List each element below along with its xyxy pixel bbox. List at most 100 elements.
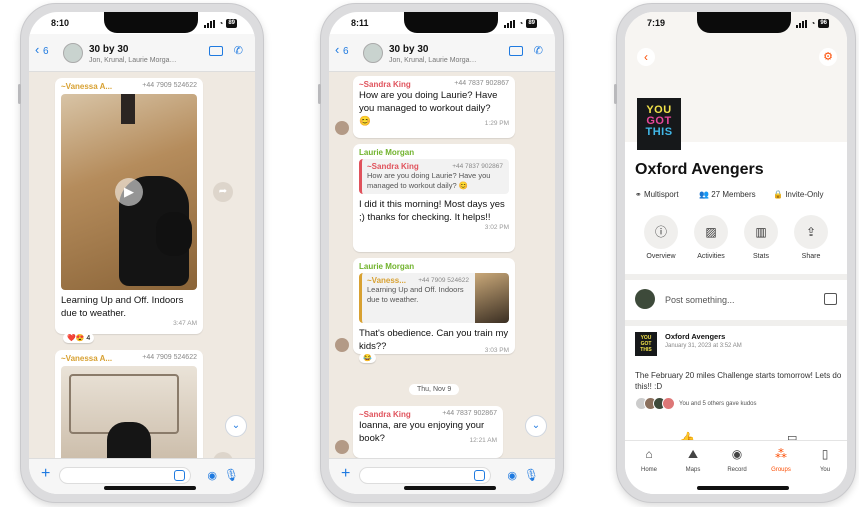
battery-icon: 96 bbox=[818, 19, 829, 28]
tab-maps[interactable]: ⛰ Maps bbox=[673, 447, 713, 473]
tab-label: You bbox=[819, 467, 831, 473]
reactions[interactable]: ❤️😍 4 bbox=[63, 333, 95, 343]
attach-plus-icon[interactable]: + bbox=[41, 465, 50, 483]
gear-icon[interactable]: ⚙ bbox=[819, 48, 837, 66]
tab-you[interactable]: ▯ You bbox=[805, 447, 845, 473]
play-icon[interactable]: ▶ bbox=[115, 178, 143, 206]
sender-phone: +44 7837 902867 bbox=[442, 410, 497, 417]
quoted-message[interactable]: ~Sandra King +44 7837 902867 How are you… bbox=[359, 159, 509, 194]
club-privacy: 🔒 Invite-Only bbox=[773, 190, 823, 199]
chevron-down-icon: ⌄ bbox=[231, 420, 241, 431]
message-bubble[interactable]: ~Sandra King +44 7837 902867 How are you… bbox=[353, 76, 515, 138]
sticker-icon[interactable] bbox=[474, 470, 485, 481]
message-text: Learning Up and Off. Indoors due to weat… bbox=[61, 295, 184, 319]
group-members: Jon, Krunal, Laurie Morga… bbox=[89, 57, 177, 64]
message-time: 1:29 PM bbox=[484, 120, 509, 127]
wifi-icon: ◔ bbox=[218, 19, 224, 28]
phone-call-icon[interactable]: ✆ bbox=[534, 44, 543, 57]
lock-icon: 🔒 bbox=[773, 190, 783, 199]
camera-icon[interactable]: ◉ bbox=[207, 469, 217, 482]
message-bubble[interactable]: ~Sandra King +44 7837 902867 Ioanna, are… bbox=[353, 406, 503, 458]
post-date: January 31, 2023 at 3:52 AM bbox=[665, 343, 742, 349]
microphone-icon[interactable]: 🎙 bbox=[224, 468, 239, 482]
tab-record[interactable]: ◉ Record bbox=[717, 447, 757, 473]
chat-area[interactable]: ~Vanessa A... +44 7909 524622 ▶ Learning… bbox=[29, 72, 255, 458]
activities-icon: ▨ bbox=[694, 215, 728, 249]
status-time: 8:11 bbox=[351, 18, 369, 28]
chat-header: ‹ 6 30 by 30 Jon, Krunal, Laurie Morga… … bbox=[329, 34, 555, 72]
back-button[interactable]: ‹ 6 bbox=[35, 42, 49, 57]
tab-label: Home bbox=[640, 467, 657, 473]
user-avatar bbox=[635, 289, 655, 309]
sender-avatar[interactable] bbox=[335, 121, 349, 135]
wifi-icon: ◔ bbox=[810, 19, 816, 28]
chevron-down-icon: ⌄ bbox=[531, 420, 541, 431]
group-title[interactable]: 30 by 30 bbox=[389, 44, 428, 55]
club-sport: ⚭ Multisport bbox=[635, 190, 679, 199]
post-composer[interactable]: Post something... bbox=[635, 285, 837, 315]
share-label: Share bbox=[801, 253, 821, 260]
club-members[interactable]: 👥 27 Members bbox=[699, 190, 756, 199]
phone-strava: 7:19 ◔ 96 ‹ ⚙ YOU GOT THIS Oxford Avenger… bbox=[614, 3, 856, 503]
kudos-row[interactable]: You and 5 others gave kudos bbox=[635, 397, 757, 411]
post-club-logo: YOU GOT THIS bbox=[635, 332, 657, 356]
message-time: 3:02 PM bbox=[484, 224, 509, 231]
microphone-icon[interactable]: 🎙 bbox=[524, 468, 539, 482]
tab-label: Record bbox=[727, 467, 747, 473]
back-button[interactable]: ‹ bbox=[637, 48, 655, 66]
tab-label: Groups bbox=[771, 467, 791, 473]
message-input[interactable] bbox=[359, 467, 491, 484]
post-author[interactable]: Oxford Avengers bbox=[665, 332, 725, 341]
kudos-text: You and 5 others gave kudos bbox=[679, 401, 757, 407]
quote-phone: +44 7837 902867 bbox=[452, 163, 503, 170]
overview-button[interactable]: ⓘ Overview bbox=[639, 215, 683, 260]
group-avatar[interactable] bbox=[363, 43, 383, 63]
kudos-avatar bbox=[662, 397, 675, 410]
logo-word-3: THIS bbox=[645, 126, 673, 138]
sender-phone: +44 7909 524622 bbox=[142, 354, 197, 361]
chat-area[interactable]: ~Sandra King +44 7837 902867 How are you… bbox=[329, 72, 555, 458]
video-call-icon[interactable] bbox=[209, 46, 223, 56]
message-input[interactable] bbox=[59, 467, 191, 484]
share-icon: ⇪ bbox=[794, 215, 828, 249]
sticker-icon[interactable] bbox=[174, 470, 185, 481]
forward-icon[interactable]: ➦ bbox=[213, 182, 233, 202]
camera-icon[interactable]: ◉ bbox=[507, 469, 517, 482]
status-time: 7:19 bbox=[647, 18, 666, 28]
divider bbox=[625, 320, 847, 326]
group-avatar[interactable] bbox=[63, 43, 83, 63]
video-call-icon[interactable] bbox=[509, 46, 523, 56]
maps-icon: ⛰ bbox=[687, 447, 699, 461]
group-title[interactable]: 30 by 30 bbox=[89, 44, 128, 55]
stats-button[interactable]: ▥ Stats bbox=[739, 215, 783, 260]
status-bar: 8:11 ◔ 89 bbox=[329, 18, 555, 32]
screen: 7:19 ◔ 96 ‹ ⚙ YOU GOT THIS Oxford Avenger… bbox=[625, 12, 847, 494]
sender-name: Laurie Morgan bbox=[359, 148, 415, 157]
sender-avatar[interactable] bbox=[335, 440, 349, 454]
message-bubble[interactable]: ~Vanessa A... +44 7909 524622 ▶ Learning… bbox=[55, 78, 203, 334]
attach-plus-icon[interactable]: + bbox=[341, 465, 350, 483]
message-bubble[interactable]: ~Vanessa A... +44 7909 524622 bbox=[55, 350, 203, 458]
tab-home[interactable]: ⌂ Home bbox=[629, 447, 669, 473]
tab-groups[interactable]: ⁂ Groups bbox=[761, 447, 801, 473]
video-thumbnail[interactable] bbox=[61, 366, 197, 458]
signal-icon bbox=[204, 19, 216, 28]
phone-call-icon[interactable]: ✆ bbox=[234, 44, 243, 57]
home-icon: ⌂ bbox=[645, 447, 653, 461]
share-button[interactable]: ⇪ Share bbox=[789, 215, 833, 260]
message-bubble[interactable]: Laurie Morgan ~Sandra King +44 7837 9028… bbox=[353, 144, 515, 252]
record-icon: ◉ bbox=[731, 447, 743, 461]
reactions[interactable]: 😂 bbox=[359, 353, 376, 363]
scroll-down-button[interactable]: ⌄ bbox=[525, 415, 547, 437]
video-thumbnail[interactable]: ▶ bbox=[61, 94, 197, 290]
message-bubble[interactable]: Laurie Morgan ~Vaness... +44 7909 524622… bbox=[353, 258, 515, 354]
scroll-down-button[interactable]: ⌄ bbox=[225, 415, 247, 437]
privacy-label: Invite-Only bbox=[785, 190, 824, 199]
message-time: 3:47 AM bbox=[173, 320, 197, 327]
back-button[interactable]: ‹ 6 bbox=[335, 42, 349, 57]
quoted-message[interactable]: ~Vaness... +44 7909 524622 Learning Up a… bbox=[359, 273, 509, 323]
activities-button[interactable]: ▨ Activities bbox=[689, 215, 733, 260]
image-icon[interactable] bbox=[824, 293, 837, 305]
sender-avatar[interactable] bbox=[335, 338, 349, 352]
home-indicator bbox=[404, 486, 496, 490]
